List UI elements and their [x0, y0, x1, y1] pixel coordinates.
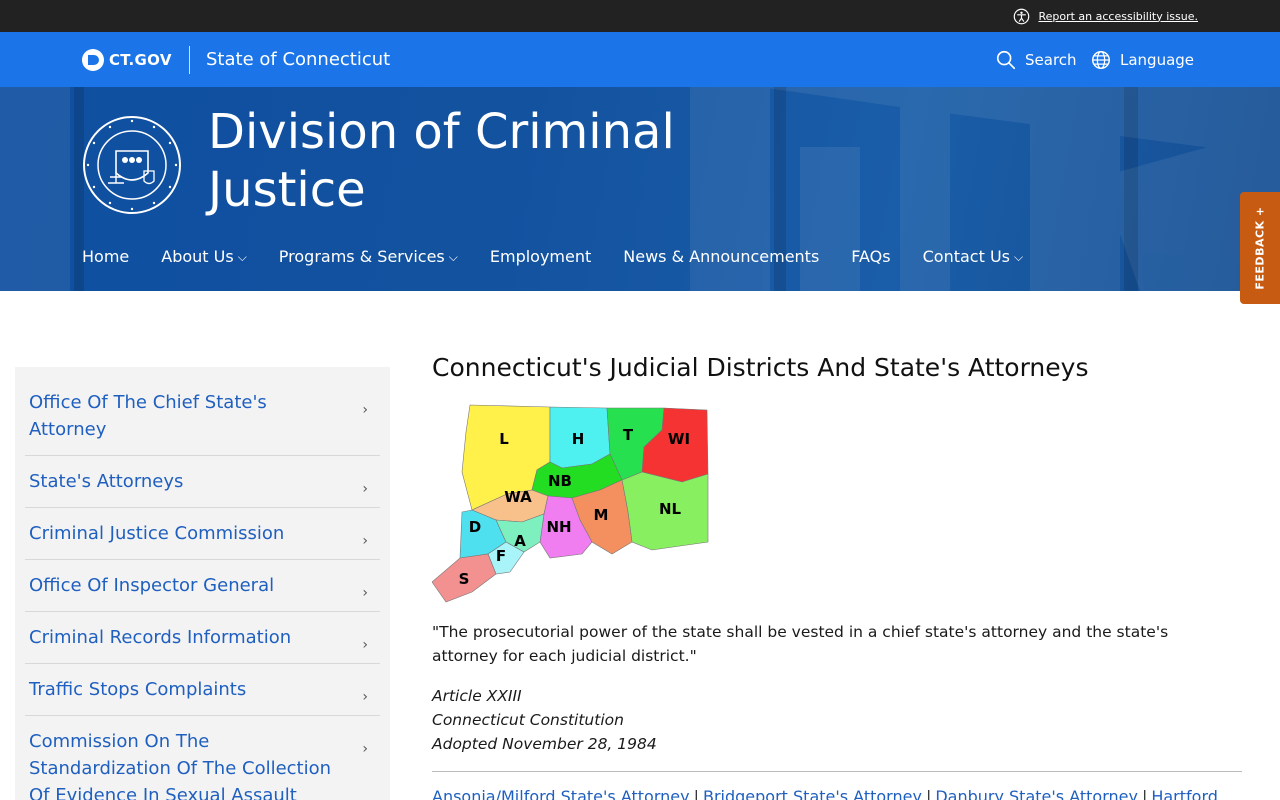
division-seal-icon [83, 116, 181, 214]
district-label-nh: NH [546, 518, 571, 536]
nav-about-us-label: About Us [161, 247, 234, 266]
globe-icon [1092, 51, 1110, 69]
district-label-s: S [459, 570, 470, 588]
nav-contact-us[interactable]: Contact Us ⌵ [923, 247, 1024, 266]
district-label-wi: WI [668, 430, 690, 448]
chevron-down-icon: ⌵ [1014, 250, 1024, 264]
chevron-right-icon: › [362, 533, 368, 549]
district-label-nb: NB [548, 472, 572, 490]
sidebar-item-label: Office Of Inspector General [29, 575, 275, 596]
link-danbury[interactable]: Danbury State's Attorney [935, 787, 1138, 800]
chevron-down-icon: ⌵ [448, 250, 458, 264]
chevron-right-icon: › [362, 585, 368, 601]
district-label-l: L [499, 430, 509, 448]
accessibility-report-link[interactable]: Report an accessibility issue. [1013, 6, 1198, 26]
language-label: Language [1120, 51, 1195, 69]
sidebar-item-label: Criminal Justice Commission [29, 523, 285, 544]
link-separator: | [1141, 787, 1148, 800]
chevron-right-icon: › [362, 689, 368, 705]
language-button[interactable]: Language [1090, 49, 1194, 71]
feedback-label: FEEDBACK + [1253, 206, 1267, 290]
sidebar: Office Of The Chief State's Attorney › S… [15, 367, 390, 800]
utility-bar: Report an accessibility issue. [0, 0, 1280, 32]
nav-about-us[interactable]: About Us ⌵ [161, 247, 247, 266]
link-hartford[interactable]: Hartford [1151, 787, 1218, 800]
district-label-a: A [514, 532, 526, 550]
chevron-right-icon: › [362, 481, 368, 497]
link-separator: | [925, 787, 932, 800]
ctgov-logo[interactable]: CT.GOV [82, 49, 172, 71]
constitution-quote: "The prosecutorial power of the state sh… [432, 623, 1169, 665]
hero-banner: Division of Criminal Justice Home About … [0, 87, 1280, 291]
sidebar-item-evidence-commission[interactable]: Commission On The Standardization Of The… [25, 716, 380, 800]
nav-programs-services[interactable]: Programs & Services ⌵ [279, 247, 458, 266]
main-content: Connecticut's Judicial Districts And Sta… [432, 350, 1242, 800]
site-title[interactable]: Division of Criminal Justice [208, 103, 728, 219]
accessibility-report-label: Report an accessibility issue. [1038, 9, 1198, 23]
district-label-t: T [623, 426, 634, 444]
sidebar-item-label: Office Of The Chief State's Attorney [29, 392, 267, 440]
district-label-d: D [469, 518, 481, 536]
chevron-right-icon: › [362, 741, 368, 757]
district-label-nl: NL [659, 500, 682, 518]
chevron-right-icon: › [362, 637, 368, 653]
nav-employment[interactable]: Employment [490, 247, 591, 266]
search-label: Search [1025, 51, 1077, 69]
sidebar-item-label: Commission On The Standardization Of The… [29, 731, 332, 800]
ctgov-logo-icon [82, 49, 104, 71]
nav-faqs-label: FAQs [851, 247, 891, 266]
sidebar-item-label: Traffic Stops Complaints [29, 679, 247, 700]
ctgov-logo-text: CT.GOV [109, 51, 172, 69]
nav-news-announcements[interactable]: News & Announcements [623, 247, 819, 266]
judicial-districts-map: L H T WI NB WA NL M D NH A F S [432, 404, 709, 603]
link-bridgeport[interactable]: Bridgeport State's Attorney [703, 787, 922, 800]
content-divider [432, 771, 1242, 772]
search-button[interactable]: Search [995, 49, 1077, 71]
link-separator: | [693, 787, 699, 800]
main-nav: Home About Us ⌵ Programs & Services ⌵ Empl… [82, 247, 1055, 266]
district-label-wa: WA [504, 488, 532, 506]
nav-news-announcements-label: News & Announcements [623, 247, 820, 266]
state-name-link[interactable]: State of Connecticut [206, 49, 390, 70]
sidebar-item-states-attorneys[interactable]: State's Attorneys › [25, 456, 380, 508]
nav-faqs[interactable]: FAQs [851, 247, 890, 266]
quote-citation: Article XXIII Connecticut Constitution A… [432, 684, 657, 756]
sidebar-item-chief-states-attorney[interactable]: Office Of The Chief State's Attorney › [25, 377, 380, 456]
search-icon [996, 50, 1016, 70]
link-ansonia-milford[interactable]: Ansonia/Milford State's Attorney [432, 787, 690, 800]
sidebar-item-label: Criminal Records Information [29, 627, 292, 648]
page-title: Connecticut's Judicial Districts And Sta… [432, 353, 1089, 382]
district-label-f: F [496, 547, 506, 565]
nav-employment-label: Employment [489, 247, 592, 266]
chevron-down-icon: ⌵ [237, 250, 247, 264]
accessibility-icon [1014, 8, 1030, 24]
states-attorney-links: Ansonia/Milford State's Attorney | Bridgep… [432, 787, 1242, 800]
sidebar-item-criminal-justice-commission[interactable]: Criminal Justice Commission › [25, 508, 380, 560]
chevron-right-icon: › [362, 402, 368, 418]
sidebar-item-label: State's Attorneys [29, 471, 184, 492]
nav-home[interactable]: Home [82, 247, 129, 266]
sidebar-item-criminal-records[interactable]: Criminal Records Information › [25, 612, 380, 664]
citation-date: Adopted November 28, 1984 [432, 735, 657, 753]
nav-home-label: Home [82, 247, 130, 266]
citation-source: Connecticut Constitution [432, 711, 624, 729]
district-label-m: M [594, 506, 609, 524]
nav-programs-services-label: Programs & Services [278, 247, 445, 266]
sidebar-item-inspector-general[interactable]: Office Of Inspector General › [25, 560, 380, 612]
sidebar-item-traffic-stops[interactable]: Traffic Stops Complaints › [25, 664, 380, 716]
feedback-tab[interactable]: FEEDBACK + [1240, 192, 1280, 304]
district-label-h: H [572, 430, 585, 448]
ctgov-divider [189, 46, 190, 74]
citation-article: Article XXIII [432, 687, 522, 705]
ctgov-bar: CT.GOV State of Connecticut Search Langu… [0, 32, 1280, 87]
nav-contact-us-label: Contact Us [922, 247, 1010, 266]
